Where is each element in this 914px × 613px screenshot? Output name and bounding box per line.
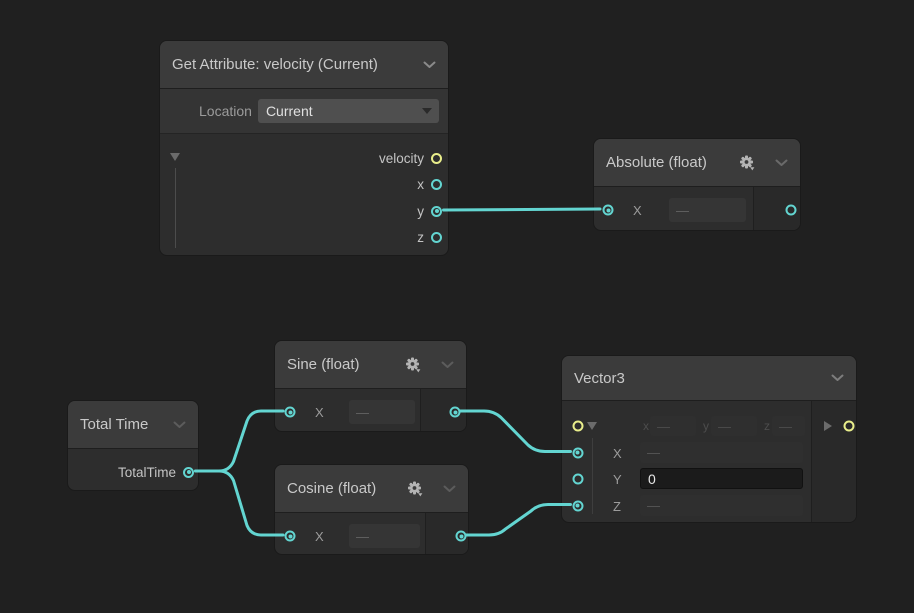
node-vector3[interactable]: Vector3 x — y — z — X — Y 0 bbox=[561, 355, 857, 523]
node-title: Get Attribute: velocity (Current) bbox=[172, 56, 378, 73]
location-dropdown-value: Current bbox=[266, 103, 313, 119]
input-port-vector3[interactable] bbox=[572, 421, 583, 432]
inline-field-x-disabled: — bbox=[650, 416, 696, 436]
output-port-y[interactable] bbox=[431, 206, 442, 217]
inline-field-y-disabled: — bbox=[711, 416, 757, 436]
input-port-z[interactable] bbox=[572, 500, 583, 511]
input-field-x-disabled: — bbox=[669, 198, 746, 222]
node-title: Absolute (float) bbox=[606, 154, 707, 171]
output-row-x: x bbox=[160, 171, 448, 197]
output-port[interactable] bbox=[786, 205, 797, 216]
inline-label-z: z bbox=[764, 419, 770, 433]
node-get-attribute[interactable]: Get Attribute: velocity (Current) Locati… bbox=[159, 40, 449, 256]
output-row-z: z bbox=[160, 224, 448, 250]
node-title: Sine (float) bbox=[287, 356, 360, 373]
output-space-icon bbox=[824, 421, 832, 431]
chevron-down-icon[interactable] bbox=[443, 485, 456, 493]
gear-settings-icon[interactable] bbox=[405, 357, 421, 373]
output-port-velocity[interactable] bbox=[431, 153, 442, 164]
node-title: Vector3 bbox=[574, 370, 625, 387]
input-label: X bbox=[633, 203, 642, 218]
node-sine[interactable]: Sine (float) X bbox=[274, 340, 467, 432]
node-title-bar[interactable]: Cosine (float) bbox=[275, 465, 468, 513]
output-row-velocity: velocity bbox=[160, 145, 448, 171]
inline-field-z-disabled: — bbox=[772, 416, 805, 436]
location-label: Location bbox=[199, 103, 252, 119]
chevron-down-icon[interactable] bbox=[441, 361, 454, 369]
output-row-totaltime: TotalTime bbox=[68, 459, 198, 485]
dropdown-arrow-icon bbox=[422, 108, 432, 114]
output-row-y: y bbox=[160, 198, 448, 224]
node-title-bar[interactable]: Get Attribute: velocity (Current) bbox=[160, 41, 448, 89]
node-title: Total Time bbox=[80, 416, 148, 433]
output-port-label: z bbox=[417, 230, 424, 245]
output-port-totaltime[interactable] bbox=[183, 467, 194, 478]
input-field-x-disabled: — bbox=[349, 524, 420, 548]
input-port-x[interactable] bbox=[285, 407, 296, 418]
input-label: X bbox=[315, 529, 324, 544]
node-cosine[interactable]: Cosine (float) X bbox=[274, 464, 469, 555]
input-field-x-disabled: — bbox=[349, 400, 415, 424]
inline-label-y: y bbox=[703, 419, 709, 433]
output-port-z[interactable] bbox=[431, 232, 442, 243]
node-title-bar[interactable]: Total Time bbox=[68, 401, 198, 449]
edge-totaltime-to-sine-x[interactable] bbox=[196, 411, 284, 471]
row-label-z: Z bbox=[613, 499, 621, 514]
output-port-label: TotalTime bbox=[118, 465, 176, 480]
output-section bbox=[811, 401, 856, 522]
input-label: X bbox=[315, 405, 324, 420]
inline-label-x: x bbox=[643, 419, 649, 433]
edge-sine-to-vector3-x[interactable] bbox=[460, 411, 571, 452]
input-port-y[interactable] bbox=[572, 473, 583, 484]
node-title-bar[interactable]: Sine (float) bbox=[275, 341, 466, 389]
input-port-x[interactable] bbox=[603, 205, 614, 216]
input-port-x[interactable] bbox=[285, 531, 296, 542]
node-title-bar[interactable]: Vector3 bbox=[562, 356, 856, 401]
gear-settings-icon[interactable] bbox=[407, 481, 423, 497]
node-absolute[interactable]: Absolute (float) bbox=[593, 138, 801, 231]
foldout-guide-line bbox=[592, 438, 593, 514]
chevron-down-icon[interactable] bbox=[423, 61, 436, 69]
location-setting-row: Location Current bbox=[160, 89, 448, 134]
output-port-label: y bbox=[417, 204, 424, 219]
node-title: Cosine (float) bbox=[287, 480, 376, 497]
chevron-down-icon[interactable] bbox=[173, 421, 186, 429]
gear-settings-icon[interactable] bbox=[739, 155, 755, 171]
output-port[interactable] bbox=[450, 407, 461, 418]
row-label-y: Y bbox=[613, 472, 622, 487]
row-field-z-disabled: — bbox=[640, 495, 803, 516]
output-port-vector3[interactable] bbox=[844, 421, 855, 432]
row-field-y-input[interactable]: 0 bbox=[640, 468, 803, 489]
chevron-down-icon[interactable] bbox=[775, 159, 788, 167]
edge-totaltime-to-cosine-x[interactable] bbox=[196, 471, 284, 535]
node-title-bar[interactable]: Absolute (float) bbox=[594, 139, 800, 187]
input-port-x[interactable] bbox=[572, 447, 583, 458]
output-port-label: velocity bbox=[379, 151, 424, 166]
output-port-label: x bbox=[417, 177, 424, 192]
edge-getattribute-y-to-absolute-x[interactable] bbox=[444, 209, 601, 210]
foldout-expanded-icon[interactable] bbox=[587, 422, 597, 430]
location-dropdown[interactable]: Current bbox=[258, 99, 439, 123]
row-field-x-disabled: — bbox=[640, 442, 803, 463]
node-total-time[interactable]: Total Time TotalTime bbox=[67, 400, 199, 491]
row-label-x: X bbox=[613, 446, 622, 461]
output-port[interactable] bbox=[456, 531, 467, 542]
vfx-graph-canvas[interactable]: Get Attribute: velocity (Current) Locati… bbox=[0, 0, 914, 613]
output-port-x[interactable] bbox=[431, 179, 442, 190]
chevron-down-icon[interactable] bbox=[831, 374, 844, 382]
edge-cosine-to-vector3-z[interactable] bbox=[466, 505, 571, 536]
